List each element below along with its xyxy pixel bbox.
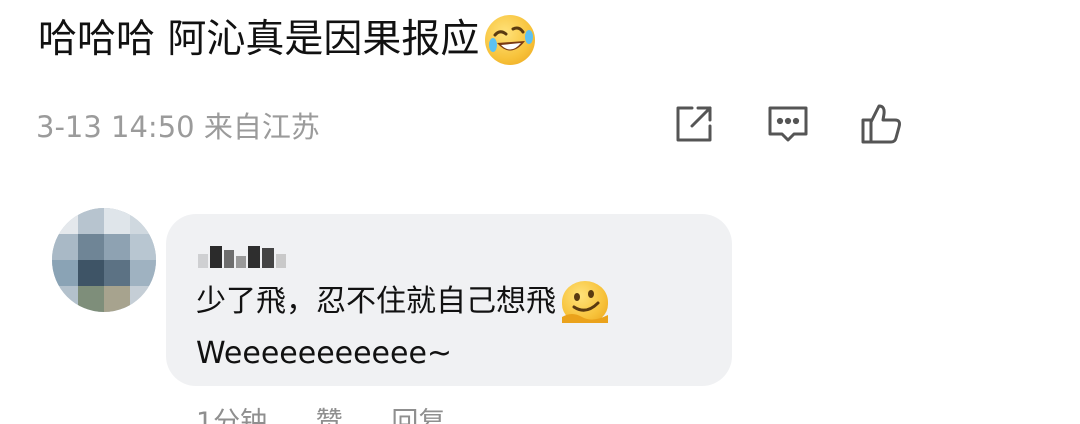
post-meta: 3-13 14:50 来自江苏 bbox=[36, 104, 320, 146]
reply-bubble[interactable]: 少了飛，忍不住就自己想飛 Weeeeeeeeeee~ bbox=[166, 214, 732, 386]
comment-page: 哈哈哈 阿沁真是因果报应 3-13 14:50 来自江苏 少了飛，忍不住就自己想… bbox=[0, 0, 1080, 424]
share-icon[interactable] bbox=[670, 100, 718, 148]
avatar[interactable] bbox=[52, 208, 156, 312]
post-content: 哈哈哈 阿沁真是因果报应 bbox=[38, 10, 536, 70]
thumbs-up-icon[interactable] bbox=[857, 100, 905, 148]
reply-text-line-1: 少了飛，忍不住就自己想飛 bbox=[196, 280, 608, 324]
post-timestamp: 3-13 14:50 bbox=[36, 110, 195, 144]
reply-text: 少了飛，忍不住就自己想飛 bbox=[196, 284, 556, 319]
melting-face-icon bbox=[562, 281, 608, 323]
comment-icon[interactable] bbox=[764, 100, 812, 148]
reply-footer: 1分钟 赞 回复 bbox=[196, 400, 485, 424]
reply-like-button[interactable]: 赞 bbox=[316, 407, 343, 424]
post-location: 来自江苏 bbox=[203, 110, 320, 144]
post-text: 哈哈哈 阿沁真是因果报应 bbox=[38, 17, 480, 62]
username-masked[interactable] bbox=[196, 232, 296, 272]
rolling-on-floor-laughing-icon bbox=[485, 15, 536, 65]
reply-text-line-2: Weeeeeeeeeee~ bbox=[196, 336, 453, 371]
reply-time: 1分钟 bbox=[196, 407, 268, 424]
reply-reply-button[interactable]: 回复 bbox=[391, 407, 445, 424]
